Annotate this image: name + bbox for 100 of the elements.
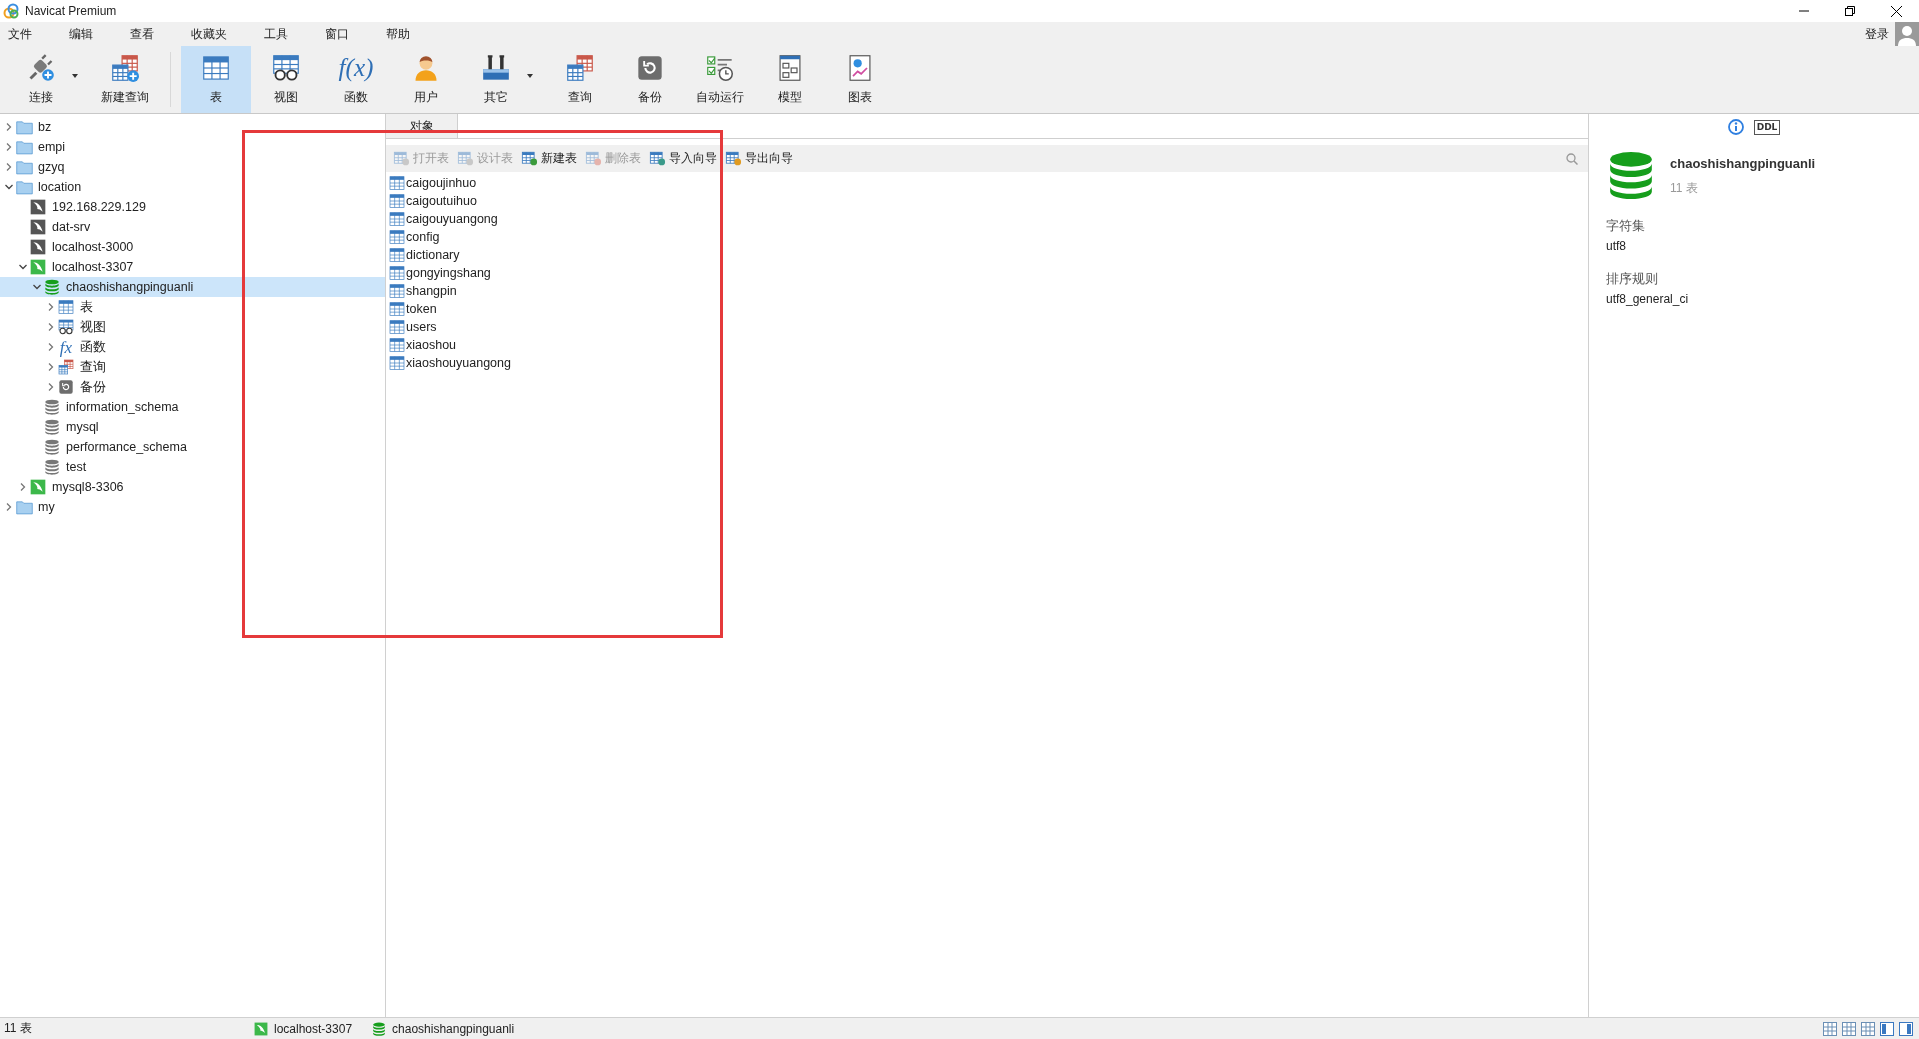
menu-item[interactable]: 帮助 bbox=[382, 25, 423, 43]
table-list-item[interactable]: gongyingshang bbox=[386, 264, 1588, 282]
tree-item[interactable]: mysql8-3306 bbox=[0, 477, 385, 497]
table-action-icon bbox=[521, 150, 538, 167]
tree-item[interactable]: chaoshishangpinguanli bbox=[0, 277, 385, 297]
tree-item[interactable]: fx 函数 bbox=[0, 337, 385, 357]
table-icon bbox=[202, 53, 230, 82]
tree-item[interactable]: my bbox=[0, 497, 385, 517]
table-list-item[interactable]: xiaoshouyuangong bbox=[386, 354, 1588, 372]
tree-item[interactable]: 备份 bbox=[0, 377, 385, 397]
tree-item[interactable]: 表 bbox=[0, 297, 385, 317]
glasses-table-icon bbox=[58, 319, 74, 335]
table-icon bbox=[389, 337, 405, 353]
toolbar-button[interactable]: 模型 bbox=[755, 46, 825, 113]
table-list-item[interactable]: users bbox=[386, 318, 1588, 336]
table-action-icon bbox=[725, 150, 742, 167]
window-title: Navicat Premium bbox=[25, 4, 117, 18]
tools-icon bbox=[482, 53, 510, 82]
table-list-item[interactable]: xiaoshou bbox=[386, 336, 1588, 354]
table-icon bbox=[389, 247, 405, 263]
table-icon bbox=[389, 301, 405, 317]
info-icon bbox=[1727, 119, 1744, 135]
table-icon bbox=[389, 265, 405, 281]
tree-item[interactable]: localhost-3000 bbox=[0, 237, 385, 257]
status-text: chaoshishangpinguanli bbox=[392, 1021, 515, 1036]
tree-item[interactable]: gzyq bbox=[0, 157, 385, 177]
query-icon bbox=[58, 359, 74, 375]
menu-item[interactable]: 文件 bbox=[4, 25, 45, 43]
table-list-item[interactable]: caigoutuihuo bbox=[386, 192, 1588, 210]
toolbar-button[interactable]: 连接 bbox=[6, 46, 76, 113]
toolbar-button[interactable]: 备份 bbox=[615, 46, 685, 113]
grid-view-icon bbox=[1823, 1021, 1837, 1036]
folder-icon bbox=[15, 138, 33, 156]
table-icon bbox=[389, 319, 405, 335]
database-name: chaoshishangpinguanli bbox=[1670, 156, 1816, 171]
menu-item[interactable]: 查看 bbox=[126, 25, 167, 43]
menu-item[interactable]: 编辑 bbox=[65, 25, 106, 43]
tree-item[interactable]: performance_schema bbox=[0, 437, 385, 457]
toolbar-button[interactable]: 新建表 bbox=[520, 150, 578, 167]
folder-icon bbox=[15, 158, 33, 176]
left-panel-icon bbox=[1880, 1021, 1894, 1036]
table-icon bbox=[389, 193, 405, 209]
function-icon: f(x) bbox=[338, 54, 374, 81]
toolbar-button[interactable]: 导入向导 bbox=[648, 150, 718, 167]
tree-item[interactable]: information_schema bbox=[0, 397, 385, 417]
folder-icon bbox=[15, 498, 33, 516]
tree-item[interactable]: location bbox=[0, 177, 385, 197]
connection-icon bbox=[254, 1021, 268, 1036]
model-icon bbox=[776, 53, 804, 82]
table-list-item[interactable]: caigoujinhuo bbox=[386, 174, 1588, 192]
app-logo-icon bbox=[3, 3, 19, 19]
menu-item[interactable]: 收藏夹 bbox=[187, 25, 240, 43]
toolbar-button[interactable]: 其它 bbox=[461, 46, 531, 113]
table-count: 11 表 bbox=[1670, 180, 1699, 197]
toolbar-button[interactable]: 自动运行 bbox=[685, 46, 755, 113]
tree-item[interactable]: localhost-3307 bbox=[0, 257, 385, 277]
menu-item[interactable]: 工具 bbox=[260, 25, 301, 43]
toolbar-button[interactable]: 用户 bbox=[391, 46, 461, 113]
tree-item[interactable]: mysql bbox=[0, 417, 385, 437]
tree-item[interactable]: dat-srv bbox=[0, 217, 385, 237]
table-action-icon bbox=[585, 150, 602, 167]
tree-item[interactable]: empi bbox=[0, 137, 385, 157]
ddl-button[interactable]: DDL bbox=[1753, 119, 1781, 135]
login-link[interactable]: 登录 bbox=[1865, 25, 1889, 43]
backup-icon bbox=[58, 379, 74, 395]
table-list-item[interactable]: dictionary bbox=[386, 246, 1588, 264]
status-text: 11 表 bbox=[4, 1020, 33, 1037]
checklist-clock-icon bbox=[706, 53, 734, 82]
menu-item[interactable]: 窗口 bbox=[321, 25, 362, 43]
table-icon bbox=[389, 175, 405, 191]
field-label: 排序规则 bbox=[1606, 271, 1659, 288]
toolbar-button[interactable]: f(x) 函数 bbox=[321, 46, 391, 113]
toolbar-button[interactable]: 视图 bbox=[251, 46, 321, 113]
toolbar-button[interactable]: 新建查询 bbox=[90, 46, 160, 113]
plug-icon bbox=[27, 53, 55, 82]
glasses-table-icon bbox=[272, 53, 300, 82]
table-action-icon bbox=[393, 150, 410, 167]
toolbar-button[interactable]: 查询 bbox=[545, 46, 615, 113]
close-icon bbox=[1890, 5, 1902, 17]
folder-icon bbox=[15, 178, 33, 196]
tree-item[interactable]: test bbox=[0, 457, 385, 477]
table-list-item[interactable]: config bbox=[386, 228, 1588, 246]
table-list-item[interactable]: caigouyuangong bbox=[386, 210, 1588, 228]
table-icon bbox=[389, 229, 405, 245]
new-query-icon bbox=[111, 53, 139, 82]
database-icon bbox=[372, 1021, 387, 1036]
table-icon bbox=[389, 283, 405, 299]
tree-item[interactable]: bz bbox=[0, 117, 385, 137]
toolbar-button[interactable]: 表 bbox=[181, 46, 251, 113]
toolbar-button[interactable]: 导出向导 bbox=[724, 150, 794, 167]
toolbar-button[interactable]: 图表 bbox=[825, 46, 895, 113]
detail-view-icon bbox=[1861, 1021, 1875, 1036]
table-list-item[interactable]: shangpin bbox=[386, 282, 1588, 300]
table-icon bbox=[389, 355, 405, 371]
tree-item[interactable]: 192.168.229.129 bbox=[0, 197, 385, 217]
query-icon bbox=[566, 53, 594, 82]
tree-item[interactable]: 查询 bbox=[0, 357, 385, 377]
table-list-item[interactable]: token bbox=[386, 300, 1588, 318]
tree-item[interactable]: 视图 bbox=[0, 317, 385, 337]
status-text: localhost-3307 bbox=[274, 1021, 353, 1036]
